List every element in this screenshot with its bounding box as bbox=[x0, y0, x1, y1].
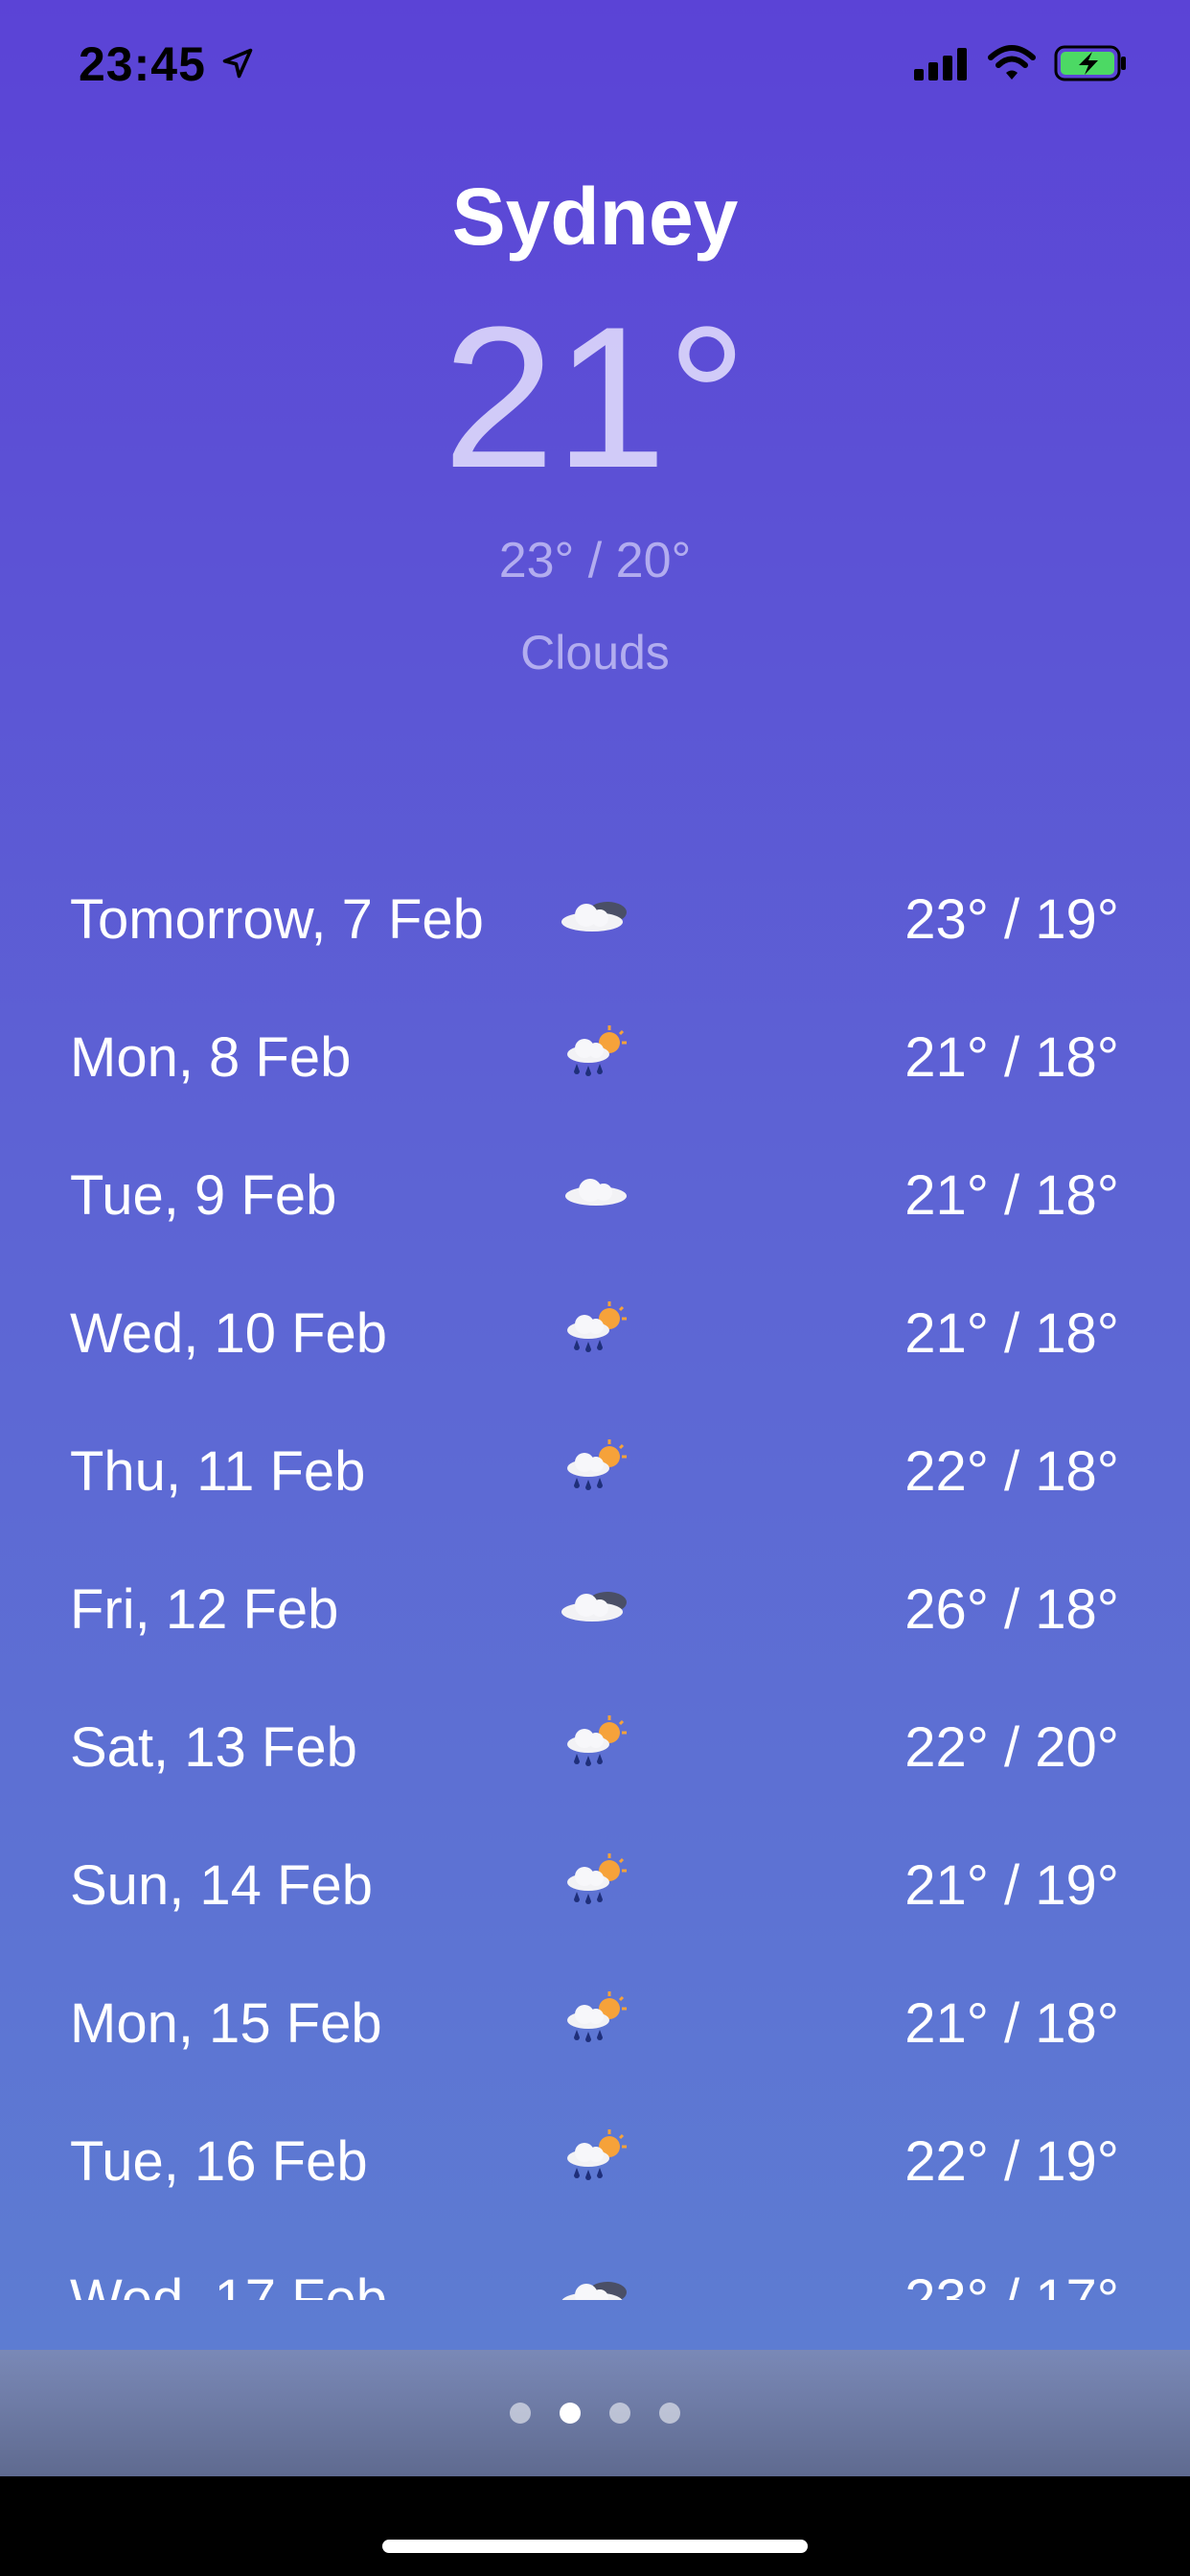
weather-condition: Clouds bbox=[520, 626, 670, 679]
rain-sun-icon bbox=[554, 1022, 636, 1089]
rain-sun-icon bbox=[554, 1988, 636, 2055]
forecast-temp-range: 21° / 18° bbox=[904, 1164, 1119, 1227]
home-indicator-area bbox=[0, 2476, 1190, 2576]
forecast-day: Wed, 10 Feb bbox=[70, 1302, 388, 1365]
forecast-list[interactable]: Tomorrow, 7 Feb 23° / 19° Mon, 8 Feb 21° / … bbox=[0, 851, 1190, 2300]
forecast-row[interactable]: Tue, 16 Feb 22° / 19° bbox=[0, 2093, 1190, 2231]
rain-sun-icon bbox=[554, 1436, 636, 1503]
wifi-icon bbox=[988, 45, 1036, 80]
forecast-temp-range: 21° / 18° bbox=[904, 1302, 1119, 1365]
rain-sun-icon bbox=[554, 1712, 636, 1779]
forecast-temp-range: 22° / 20° bbox=[904, 1716, 1119, 1779]
forecast-day: Thu, 11 Feb bbox=[70, 1440, 366, 1503]
page-dot[interactable] bbox=[659, 2403, 680, 2424]
forecast-day: Fri, 12 Feb bbox=[70, 1578, 339, 1641]
forecast-temp-range: 22° / 19° bbox=[904, 2130, 1119, 2193]
cloudy-night-icon bbox=[554, 2264, 636, 2300]
page-indicator-bar bbox=[0, 2350, 1190, 2476]
forecast-day: Mon, 8 Feb bbox=[70, 1026, 352, 1089]
forecast-row[interactable]: Thu, 11 Feb 22° / 18° bbox=[0, 1403, 1190, 1541]
cellular-signal-icon bbox=[914, 48, 967, 80]
location-arrow-icon bbox=[222, 48, 253, 79]
city-name: Sydney bbox=[451, 172, 739, 262]
forecast-row[interactable]: Mon, 15 Feb 21° / 18° bbox=[0, 1955, 1190, 2093]
high-low-temperature: 23° / 20° bbox=[498, 533, 692, 588]
battery-charging-icon bbox=[1054, 45, 1126, 81]
rain-sun-icon bbox=[554, 2126, 636, 2193]
cloudy-night-icon bbox=[554, 884, 636, 951]
forecast-row[interactable]: Sat, 13 Feb 22° / 20° bbox=[0, 1679, 1190, 1817]
forecast-day: Sun, 14 Feb bbox=[70, 1854, 373, 1917]
forecast-day: Tomorrow, 7 Feb bbox=[70, 888, 484, 951]
forecast-temp-range: 23° / 19° bbox=[904, 888, 1119, 951]
forecast-day: Sat, 13 Feb bbox=[70, 1716, 357, 1779]
page-dot[interactable] bbox=[510, 2403, 531, 2424]
page-dot[interactable] bbox=[609, 2403, 630, 2424]
forecast-day: Tue, 16 Feb bbox=[70, 2130, 368, 2193]
forecast-row[interactable]: Tomorrow, 7 Feb 23° / 19° bbox=[0, 851, 1190, 989]
status-bar: 23:45 bbox=[0, 0, 1190, 129]
forecast-temp-range: 22° / 18° bbox=[904, 1440, 1119, 1503]
forecast-day: Wed, 17 Feb bbox=[70, 2268, 388, 2300]
forecast-row[interactable]: Tue, 9 Feb 21° / 18° bbox=[0, 1127, 1190, 1265]
current-temperature: 21° bbox=[443, 285, 747, 510]
cloudy-night-icon bbox=[554, 1574, 636, 1641]
rain-sun-icon bbox=[554, 1298, 636, 1365]
forecast-temp-range: 23° / 17° bbox=[904, 2268, 1119, 2300]
weather-screen: 23:45 Sydney 21° 23° / 20° Clouds Tomorr… bbox=[0, 0, 1190, 2576]
rain-sun-icon bbox=[554, 1850, 636, 1917]
cloud-icon bbox=[554, 1160, 636, 1227]
forecast-day: Mon, 15 Feb bbox=[70, 1992, 382, 2055]
forecast-row[interactable]: Mon, 8 Feb 21° / 18° bbox=[0, 989, 1190, 1127]
page-dot[interactable] bbox=[560, 2403, 581, 2424]
forecast-temp-range: 26° / 18° bbox=[904, 1578, 1119, 1641]
forecast-temp-range: 21° / 19° bbox=[904, 1854, 1119, 1917]
forecast-row[interactable]: Wed, 10 Feb 21° / 18° bbox=[0, 1265, 1190, 1403]
home-indicator[interactable] bbox=[382, 2540, 808, 2553]
forecast-temp-range: 21° / 18° bbox=[904, 1992, 1119, 2055]
forecast-row[interactable]: Sun, 14 Feb 21° / 19° bbox=[0, 1817, 1190, 1955]
forecast-temp-range: 21° / 18° bbox=[904, 1026, 1119, 1089]
forecast-row[interactable]: Wed, 17 Feb 23° / 17° bbox=[0, 2231, 1190, 2300]
status-time: 23:45 bbox=[79, 37, 206, 91]
forecast-day: Tue, 9 Feb bbox=[70, 1164, 337, 1227]
forecast-row[interactable]: Fri, 12 Feb 26° / 18° bbox=[0, 1541, 1190, 1679]
